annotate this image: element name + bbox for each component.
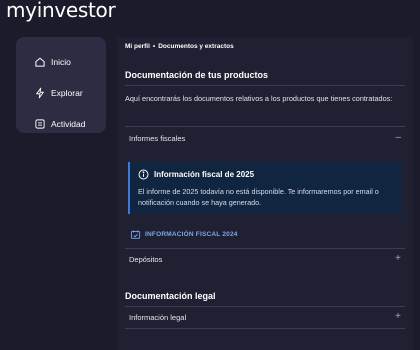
sidebar-item-label: Inicio: [51, 56, 71, 67]
receipt-icon: [33, 117, 46, 130]
app-logo[interactable]: myinvestor: [6, 0, 116, 22]
divider: [125, 328, 405, 329]
info-notice-text: El informe de 2025 todavía no está dispo…: [138, 187, 379, 207]
calendar-check-icon: [130, 229, 141, 240]
accordion-informes-fiscales[interactable]: Informes fiscales –: [125, 128, 405, 148]
fiscal-info-2024-label: INFORMACIÓN FISCAL 2024: [145, 231, 238, 238]
collapse-icon[interactable]: –: [395, 133, 401, 143]
breadcrumb-item-documents: Documentos y extractos: [158, 43, 234, 50]
accordion-informacion-legal[interactable]: Información legal +: [125, 307, 405, 327]
info-notice-title: Información fiscal de 2025: [154, 170, 255, 179]
sidebar-item-label: Explorar: [51, 87, 83, 98]
sidebar-item-explorar[interactable]: Explorar: [16, 77, 106, 108]
accordion-label: Informes fiscales: [129, 133, 186, 143]
accordion-label: Depósitos: [129, 254, 163, 264]
accordion-depositos[interactable]: Depósitos +: [125, 249, 405, 269]
info-icon: [138, 169, 149, 180]
breadcrumb-separator: •: [152, 43, 156, 50]
divider: [125, 126, 405, 127]
sidebar-item-label: Actividad: [51, 118, 86, 129]
documents-panel: Mi perfil • Documentos y extractos Documen…: [117, 37, 413, 350]
breadcrumb-item-profile[interactable]: Mi perfil: [125, 43, 150, 50]
info-notice-title-row: Información fiscal de 2025: [138, 169, 394, 180]
products-section-title: Documentación de tus productos: [125, 70, 269, 80]
sidebar: Inicio Explorar Actividad: [16, 37, 106, 133]
products-description: Aquí encontrarás los documentos relativo…: [125, 94, 393, 103]
fiscal-info-2024-link[interactable]: INFORMACIÓN FISCAL 2024: [130, 229, 238, 240]
divider: [125, 85, 405, 86]
expand-icon[interactable]: +: [395, 312, 401, 322]
home-icon: [33, 55, 46, 68]
sidebar-item-actividad[interactable]: Actividad: [16, 108, 106, 139]
sidebar-item-inicio[interactable]: Inicio: [16, 46, 106, 77]
breadcrumb: Mi perfil • Documentos y extractos: [125, 43, 234, 50]
info-notice: Información fiscal de 2025 El informe de…: [128, 162, 402, 214]
accordion-label: Información legal: [129, 312, 187, 322]
lightning-icon: [33, 86, 46, 99]
expand-icon[interactable]: +: [395, 254, 401, 264]
legal-section-title: Documentación legal: [125, 291, 216, 301]
